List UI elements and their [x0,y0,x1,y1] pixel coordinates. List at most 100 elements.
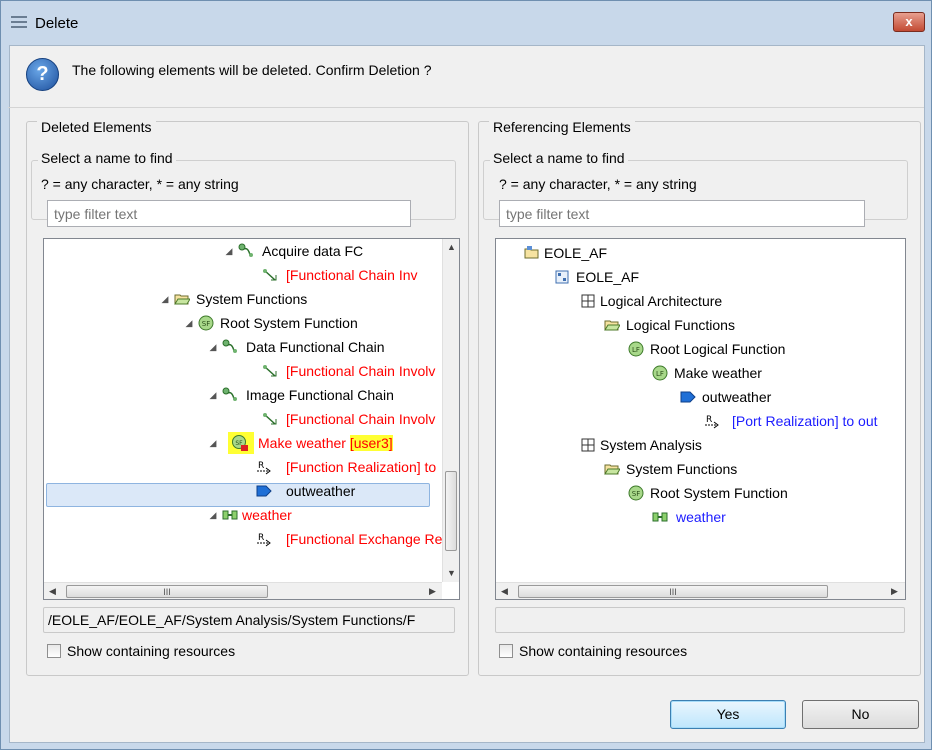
scroll-down-icon[interactable]: ▼ [443,565,459,582]
window-menu-icon[interactable] [11,16,27,30]
svg-text:R: R [258,533,264,543]
left-show-resources-checkbox[interactable] [47,644,61,658]
referencing-elements-group: Referencing Elements Select a name to fi… [478,119,921,676]
question-icon: ? [26,58,59,91]
svg-text:R: R [258,461,264,471]
svg-text:SF: SF [632,490,640,498]
tree-item-label: Image Functional Chain [246,387,394,403]
functional-exchange-icon [652,512,668,522]
header-divider [8,107,924,108]
architecture-icon [581,294,595,308]
tree-item-label: Make weather [674,365,762,381]
right-horizontal-scrollbar[interactable]: ◀ III ▶ [496,582,905,599]
confirm-message: The following elements will be deleted. … [72,62,432,78]
right-filter-hint: ? = any character, * = any string [499,176,697,192]
horizontal-scroll-thumb[interactable]: III [518,585,828,598]
tree-item-label: weather [676,509,726,525]
deleted-elements-group: Deleted Elements Select a name to find ?… [26,119,469,676]
svg-text:SF: SF [202,320,210,328]
expand-arrow-icon[interactable]: ◢ [224,239,234,263]
system-function-icon: SF [198,315,214,331]
involvement-icon [263,365,277,377]
tree-item-label: [Port Realization] to out [732,413,878,429]
expand-arrow-icon[interactable]: ◢ [208,431,218,455]
right-show-resources-checkbox[interactable] [499,644,513,658]
tree-item-label: outweather [286,483,356,499]
scroll-right-icon[interactable]: ▶ [424,583,441,599]
tree-item-label: outweather [702,389,772,405]
architecture-icon [581,438,595,452]
tree-item-label: System Functions [626,461,738,477]
referencing-elements-tree[interactable]: EOLE_AF EOLE_AF Logical Architecture Log… [495,238,906,600]
output-port-icon [680,391,696,403]
expand-arrow-icon[interactable]: ◢ [208,383,218,407]
tree-item-label: weather [242,507,292,523]
left-show-resources-label: Show containing resources [67,643,236,659]
output-port-icon [256,485,272,497]
tree-item-label: EOLE_AF [576,269,640,285]
realization-icon: R [705,415,719,429]
scroll-right-icon[interactable]: ▶ [886,583,903,599]
tree-item-label: Acquire data FC [262,243,364,259]
left-selected-path: /EOLE_AF/EOLE_AF/System Analysis/System … [43,607,455,633]
realization-icon: R [257,533,271,547]
logical-function-icon: LF [628,341,644,357]
tree-item-label: Make weather [user3] [258,435,393,451]
functional-chain-icon [222,339,237,353]
svg-text:R: R [706,415,712,425]
tree-item-label: Logical Functions [626,317,735,333]
tree-item-label: [Functional Exchange Re [286,531,443,547]
tree-item-label: [Functional Chain Involv [286,363,436,379]
no-button[interactable]: No [802,700,919,729]
vertical-scroll-thumb[interactable] [445,471,457,551]
right-show-resources-label: Show containing resources [519,643,688,659]
tree-item-label: Root Logical Function [650,341,786,357]
functional-chain-icon [238,243,253,257]
left-find-label: Select a name to find [38,150,176,166]
expand-arrow-icon[interactable]: ◢ [160,287,170,311]
expand-arrow-icon[interactable]: ◢ [184,311,194,335]
scroll-up-icon[interactable]: ▲ [443,239,459,256]
right-find-label: Select a name to find [490,150,628,166]
horizontal-scroll-thumb[interactable]: III [66,585,268,598]
functional-chain-icon [222,387,237,401]
tree-item-label: System Analysis [600,437,702,453]
scroll-left-icon[interactable]: ◀ [496,583,513,599]
folder-icon [604,464,620,475]
logical-function-icon: LF [652,365,668,381]
left-vertical-scrollbar[interactable]: ▲ ▼ [442,239,459,582]
functional-exchange-icon [222,510,238,520]
tree-item-label: EOLE_AF [544,245,608,261]
tree-item-label: [Functional Chain Inv [286,267,418,283]
yes-button[interactable]: Yes [670,700,786,729]
svg-text:LF: LF [656,370,664,378]
close-button[interactable]: x [893,12,925,32]
folder-icon [174,294,190,305]
window-title: Delete [35,15,79,32]
tree-item-label: Data Functional Chain [246,339,385,355]
selected-row-highlight [46,483,430,507]
scroll-left-icon[interactable]: ◀ [44,583,61,599]
left-filter-input[interactable] [47,200,411,227]
tree-item-label: Logical Architecture [600,293,723,309]
right-filter-input[interactable] [499,200,865,227]
folder-icon [604,320,620,331]
tree-item-label: Root System Function [220,315,358,331]
involvement-icon [263,269,277,281]
deleted-elements-label: Deleted Elements [37,119,156,135]
deleted-elements-tree[interactable]: ◢ Acquire data FC [Functional Chain Inv … [43,238,460,600]
expand-arrow-icon[interactable]: ◢ [208,503,218,527]
tree-item-label: [Functional Chain Involv [286,411,436,427]
tree-item-label: [Function Realization] to [286,459,437,475]
realization-icon: R [257,461,271,475]
involvement-icon [263,413,277,425]
svg-text:LF: LF [632,346,640,354]
model-icon [555,270,569,284]
left-horizontal-scrollbar[interactable]: ◀ III ▶ [44,582,442,599]
tree-item-label: Root System Function [650,485,788,501]
referencing-elements-label: Referencing Elements [489,119,635,135]
expand-arrow-icon[interactable]: ◢ [208,335,218,359]
tree-item-label: System Functions [196,291,308,307]
project-folder-icon [524,246,539,259]
title-bar[interactable]: Delete x [1,1,931,45]
